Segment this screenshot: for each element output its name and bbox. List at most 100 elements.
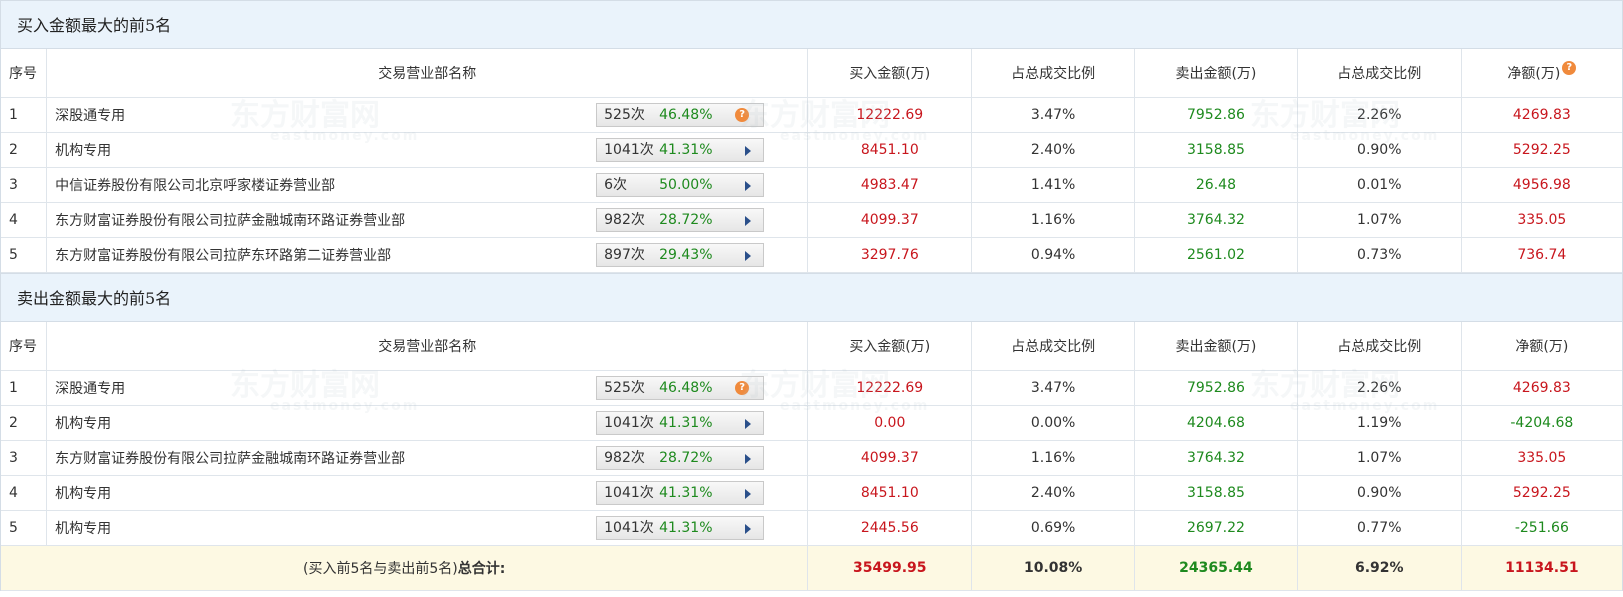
- branch-name[interactable]: 机构专用: [55, 143, 111, 159]
- branch-stat-button[interactable]: 982次 28.72%: [596, 208, 765, 232]
- buy-ratio: 1.41%: [971, 167, 1136, 203]
- buy-ratio: 3.47%: [971, 370, 1136, 406]
- buy-amount: 3297.76: [807, 237, 973, 273]
- col-buy-ratio-header: 占总成交比例: [971, 322, 1136, 371]
- sell-ratio: 2.26%: [1296, 370, 1462, 406]
- branch-stat-button[interactable]: 1041次 41.31%: [596, 138, 765, 162]
- branch-stat-button[interactable]: 1041次 41.31%: [596, 516, 765, 540]
- sell-amount: 7952.86: [1134, 97, 1298, 133]
- expand-arrow-icon[interactable]: [745, 489, 752, 499]
- branch-win-rate: 29.43%: [659, 247, 713, 263]
- expand-arrow-icon[interactable]: [745, 146, 752, 156]
- help-icon[interactable]: ?: [1562, 61, 1577, 75]
- sell-ratio: 1.07%: [1296, 440, 1462, 476]
- table-row: 4 东方财富证券股份有限公司拉萨金融城南环路证券营业部 982次 28.72% 4099…: [1, 202, 1622, 238]
- buy-amount: 2445.56: [807, 510, 973, 546]
- expand-arrow-icon[interactable]: [745, 454, 752, 464]
- branch-name[interactable]: 机构专用: [55, 486, 111, 502]
- buy-ratio: 0.69%: [971, 510, 1136, 546]
- buy-amount: 8451.10: [807, 132, 973, 168]
- help-icon[interactable]: ?: [735, 381, 750, 395]
- branch-name[interactable]: 东方财富证券股份有限公司拉萨金融城南环路证券营业部: [55, 213, 405, 229]
- row-index: 1: [1, 370, 48, 406]
- col-sell-header: 卖出金额(万): [1134, 322, 1298, 371]
- net-amount: 5292.25: [1460, 475, 1622, 511]
- expand-arrow-icon[interactable]: [745, 181, 752, 191]
- branch-stat-button[interactable]: 897次 29.43%: [596, 243, 765, 267]
- sell-amount: 2697.22: [1134, 510, 1298, 546]
- net-amount: 4269.83: [1460, 370, 1622, 406]
- col-buy-header: 买入金额(万): [807, 49, 973, 98]
- row-index: 2: [1, 405, 48, 441]
- branch-name[interactable]: 东方财富证券股份有限公司拉萨金融城南环路证券营业部: [55, 451, 405, 467]
- col-name-header: 交易营业部名称: [46, 49, 809, 98]
- branch-count: 525次: [604, 380, 645, 396]
- total-row: (买入前5名与卖出前5名)总合计: 35499.95 10.08% 24365.…: [1, 545, 1622, 591]
- table-row: 3 中信证券股份有限公司北京呼家楼证券营业部 6次 50.00% 4983.47 1.41…: [1, 167, 1622, 203]
- buy-table-header: 序号 交易营业部名称 买入金额(万) 占总成交比例 卖出金额(万) 占总成交比例…: [1, 49, 1622, 98]
- branch-win-rate: 46.48%: [659, 380, 713, 396]
- expand-arrow-icon[interactable]: [745, 251, 752, 261]
- branch-stat-button[interactable]: 982次 28.72%: [596, 446, 765, 470]
- branch-name[interactable]: 东方财富证券股份有限公司拉萨东环路第二证券营业部: [55, 248, 391, 264]
- branch-win-rate: 28.72%: [659, 212, 713, 228]
- branch-stat-button[interactable]: 6次 50.00%: [596, 173, 765, 197]
- expand-arrow-icon[interactable]: [745, 216, 752, 226]
- lhb-container: 买入金额最大的前5名 序号 交易营业部名称 买入金额(万) 占总成交比例 卖出金…: [0, 0, 1623, 591]
- table-row: 2 机构专用 1041次 41.31% 0.00 0.00% 4204.68 1.19% -42…: [1, 405, 1622, 441]
- table-row: 4 机构专用 1041次 41.31% 8451.10 2.40% 3158.85 0.90%…: [1, 475, 1622, 511]
- buy-ratio: 0.00%: [971, 405, 1136, 441]
- branch-cell: 东方财富证券股份有限公司拉萨金融城南环路证券营业部 982次 28.72%: [46, 202, 809, 238]
- col-net-header: 净额(万)?: [1460, 49, 1622, 98]
- branch-cell: 机构专用 1041次 41.31%: [46, 132, 809, 168]
- col-name-header: 交易营业部名称: [46, 322, 809, 371]
- branch-name[interactable]: 深股通专用: [55, 381, 125, 397]
- total-buy-ratio: 10.08%: [971, 545, 1136, 591]
- expand-arrow-icon[interactable]: [745, 524, 752, 534]
- net-amount: -4204.68: [1460, 405, 1622, 441]
- buy-amount: 12222.69: [807, 370, 973, 406]
- buy-ratio: 2.40%: [971, 475, 1136, 511]
- sell-amount: 3158.85: [1134, 475, 1298, 511]
- branch-stat-button[interactable]: 525次 46.48%?: [596, 376, 765, 400]
- branch-stat-button[interactable]: 1041次 41.31%: [596, 411, 765, 435]
- col-sell-ratio-header: 占总成交比例: [1296, 322, 1462, 371]
- row-index: 5: [1, 510, 48, 546]
- branch-name[interactable]: 深股通专用: [55, 108, 125, 124]
- net-amount: 335.05: [1460, 440, 1622, 476]
- sell-ratio: 0.73%: [1296, 237, 1462, 273]
- branch-name[interactable]: 机构专用: [55, 521, 111, 537]
- buy-amount: 0.00: [807, 405, 973, 441]
- row-index: 3: [1, 167, 48, 203]
- total-label-prefix: (买入前5名与卖出前5名): [303, 561, 458, 577]
- branch-stat-button[interactable]: 525次 46.48%?: [596, 103, 765, 127]
- sell-ratio: 0.01%: [1296, 167, 1462, 203]
- expand-arrow-icon[interactable]: [745, 419, 752, 429]
- sell-ratio: 2.26%: [1296, 97, 1462, 133]
- total-label: (买入前5名与卖出前5名)总合计:: [1, 545, 809, 591]
- branch-win-rate: 41.31%: [659, 520, 713, 536]
- branch-name[interactable]: 中信证券股份有限公司北京呼家楼证券营业部: [55, 178, 335, 194]
- table-row: 5 东方财富证券股份有限公司拉萨东环路第二证券营业部 897次 29.43% 3297.…: [1, 237, 1622, 273]
- buy-ratio: 1.16%: [971, 440, 1136, 476]
- buy-amount: 4983.47: [807, 167, 973, 203]
- branch-cell: 机构专用 1041次 41.31%: [46, 510, 809, 546]
- sell-ratio: 1.07%: [1296, 202, 1462, 238]
- branch-cell: 东方财富证券股份有限公司拉萨东环路第二证券营业部 897次 29.43%: [46, 237, 809, 273]
- sell-amount: 26.48: [1134, 167, 1298, 203]
- branch-win-rate: 46.48%: [659, 107, 713, 123]
- table-row: 1 深股通专用 525次 46.48%? 12222.69 3.47% 7952.86 2.2…: [1, 370, 1622, 406]
- branch-name[interactable]: 机构专用: [55, 416, 111, 432]
- total-label-bold: 总合计:: [457, 561, 506, 577]
- buy-ratio: 2.40%: [971, 132, 1136, 168]
- net-amount: -251.66: [1460, 510, 1622, 546]
- col-idx-header: 序号: [1, 49, 48, 98]
- total-sell-ratio: 6.92%: [1296, 545, 1462, 591]
- branch-stat-button[interactable]: 1041次 41.31%: [596, 481, 765, 505]
- sell-ratio: 0.90%: [1296, 475, 1462, 511]
- branch-count: 1041次: [604, 142, 654, 158]
- net-amount: 4956.98: [1460, 167, 1622, 203]
- buy-ratio: 0.94%: [971, 237, 1136, 273]
- help-icon[interactable]: ?: [735, 108, 750, 122]
- branch-cell: 东方财富证券股份有限公司拉萨金融城南环路证券营业部 982次 28.72%: [46, 440, 809, 476]
